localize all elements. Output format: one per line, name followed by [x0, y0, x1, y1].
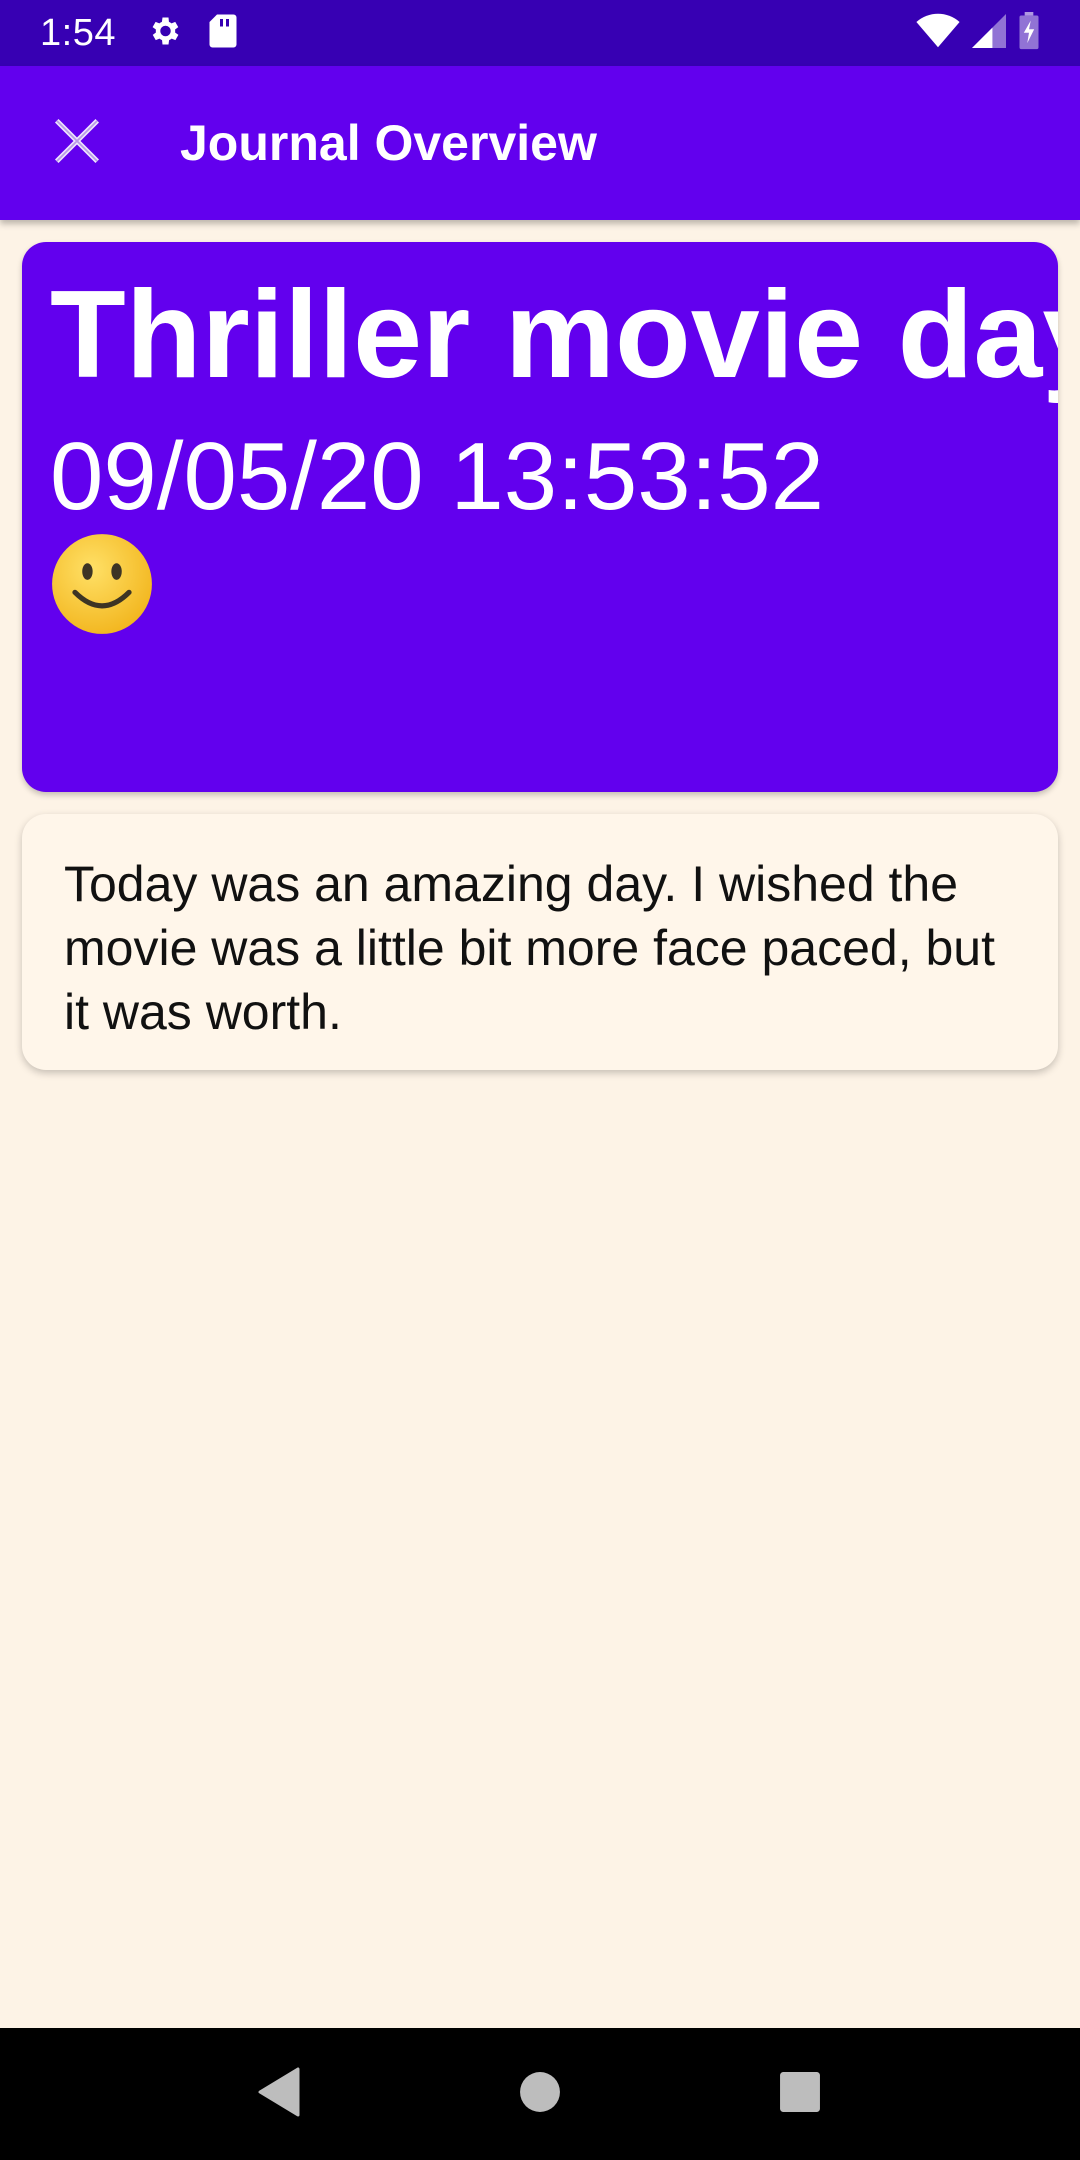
status-time: 1:54: [40, 11, 116, 54]
recents-button[interactable]: [750, 2044, 850, 2144]
signal-icon: [972, 13, 1006, 53]
recents-square-icon: [779, 2071, 821, 2118]
smiley-face-icon: [50, 532, 154, 636]
entry-header-card: Thriller movie day 09/05/20 13:53:52: [22, 242, 1058, 792]
wifi-icon: [916, 13, 960, 54]
battery-charging-icon: [1018, 11, 1040, 55]
close-icon: [50, 114, 104, 173]
gear-icon: [146, 13, 182, 54]
entry-title: Thriller movie day: [50, 266, 1058, 404]
close-button[interactable]: [17, 66, 137, 220]
back-triangle-icon: [258, 2067, 302, 2122]
entry-datetime: 09/05/20 13:53:52: [50, 423, 825, 530]
system-nav-bar: [0, 2028, 1080, 2160]
screen: 1:54 Journal Overview Thriller movie day…: [0, 0, 1080, 2160]
status-bar: 1:54: [0, 0, 1080, 66]
sd-card-icon: [208, 13, 238, 54]
home-circle-icon: [519, 2071, 561, 2118]
status-left-icons: [146, 13, 238, 54]
back-button[interactable]: [230, 2044, 330, 2144]
entry-body-text: Today was an amazing day. I wished the m…: [64, 856, 996, 1040]
entry-body-card: Today was an amazing day. I wished the m…: [22, 814, 1058, 1070]
status-right-icons: [916, 11, 1040, 55]
app-bar: Journal Overview: [0, 66, 1080, 220]
home-button[interactable]: [490, 2044, 590, 2144]
page-title: Journal Overview: [180, 115, 597, 171]
